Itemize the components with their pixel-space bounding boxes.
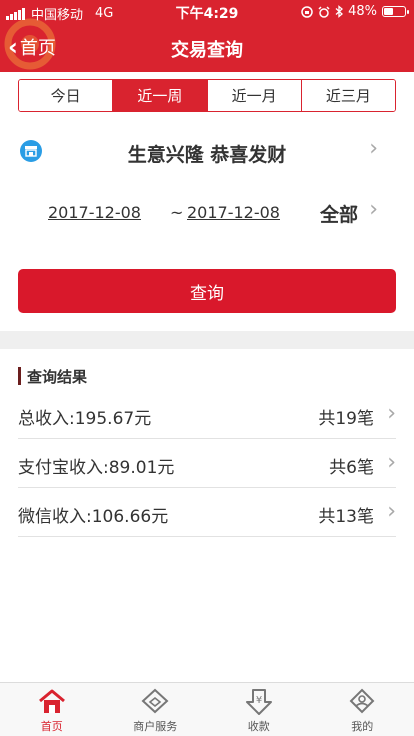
query-button[interactable]: 查询 xyxy=(18,269,396,313)
merchant-service-icon xyxy=(141,688,169,714)
tab-profile[interactable]: 我的 xyxy=(311,683,414,736)
section-marker xyxy=(18,367,21,385)
results-title: 查询结果 xyxy=(27,367,88,386)
tab-today[interactable]: 今日 xyxy=(19,80,114,111)
tab-last-week[interactable]: 近一周 xyxy=(113,80,208,111)
result-label: 总收入:195.67元 xyxy=(18,409,152,429)
chevron-right-icon: › xyxy=(369,136,378,161)
end-date[interactable]: 2017-12-08 xyxy=(187,203,280,222)
bottom-tab-bar: 首页 商户服务 ¥ 收款 我的 xyxy=(0,682,414,736)
section-divider xyxy=(0,331,414,349)
profile-icon xyxy=(349,688,375,714)
result-row-total[interactable]: 总收入:195.67元 共19笔 › xyxy=(18,390,396,439)
receive-payment-icon: ¥ xyxy=(245,689,272,715)
tab-label: 首页 xyxy=(40,720,63,733)
status-bar: 中国移动 4G 下午4:29 48% xyxy=(0,0,414,24)
battery-percent: 48% xyxy=(348,4,377,19)
battery-icon xyxy=(382,6,409,17)
home-icon xyxy=(38,689,65,713)
result-count: 共6笔 xyxy=(329,458,374,478)
result-row-wechat[interactable]: 微信收入:106.66元 共13笔 › xyxy=(18,488,396,537)
tab-last-three-months[interactable]: 近三月 xyxy=(301,80,395,111)
bluetooth-icon xyxy=(335,5,344,18)
alarm-icon xyxy=(318,5,330,18)
tab-merchant-service[interactable]: 商户服务 xyxy=(104,683,208,736)
period-tabs: 今日 近一周 近一月 近三月 xyxy=(18,79,396,112)
chevron-right-icon: › xyxy=(387,450,396,475)
start-date[interactable]: 2017-12-08 xyxy=(48,203,141,222)
page-title: 交易查询 xyxy=(171,40,243,61)
tab-label: 商户服务 xyxy=(133,720,178,733)
result-label: 微信收入:106.66元 xyxy=(18,507,169,527)
header-bar: 中国移动 4G 下午4:29 48% ‹ 首页 交易查询 xyxy=(0,0,414,72)
tab-home[interactable]: 首页 xyxy=(0,683,104,736)
tab-receive-payment[interactable]: ¥ 收款 xyxy=(207,683,311,736)
orientation-lock-icon xyxy=(301,5,313,18)
nav-bar: ‹ 首页 交易查询 xyxy=(0,24,414,72)
result-label: 支付宝收入:89.01元 xyxy=(18,458,175,478)
chevron-right-icon: › xyxy=(387,499,396,524)
date-range-row: 2017-12-08 ~ 2017-12-08 全部 › xyxy=(0,196,414,230)
merchant-selector[interactable]: 生意兴隆 恭喜发财 › xyxy=(0,130,414,174)
tab-label: 我的 xyxy=(351,720,374,733)
chevron-right-icon: › xyxy=(369,197,378,222)
merchant-name: 生意兴隆 恭喜发财 xyxy=(127,144,287,166)
chevron-right-icon: › xyxy=(387,401,396,426)
tab-label: 收款 xyxy=(247,720,270,733)
date-separator: ~ xyxy=(170,203,184,222)
svg-text:¥: ¥ xyxy=(256,695,262,706)
result-count: 共13笔 xyxy=(318,507,374,527)
transaction-type-filter[interactable]: 全部 xyxy=(320,200,358,227)
battery-fill xyxy=(384,8,394,15)
tab-last-month[interactable]: 近一月 xyxy=(207,80,302,111)
results-header: 查询结果 xyxy=(18,366,87,386)
result-count: 共19笔 xyxy=(318,409,374,429)
result-row-alipay[interactable]: 支付宝收入:89.01元 共6笔 › xyxy=(18,439,396,488)
